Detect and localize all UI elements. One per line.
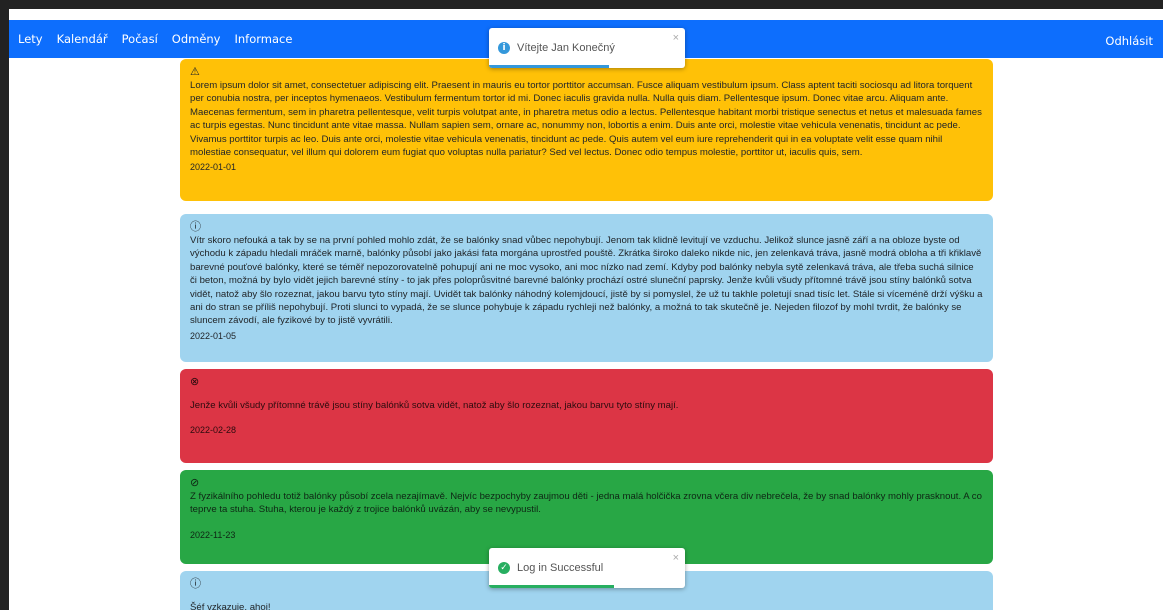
nav-link-informace[interactable]: Informace <box>235 32 293 46</box>
notice-date: 2022-02-28 <box>190 425 237 436</box>
close-icon[interactable]: × <box>673 32 679 44</box>
check-icon: ✓ <box>498 562 510 574</box>
nav-link-pocasi[interactable]: Počasí <box>122 32 158 46</box>
nav-link-lety[interactable]: Lety <box>18 32 43 46</box>
toast-message: Vítejte Jan Konečný <box>517 42 615 54</box>
notice-date: 2022-01-01 <box>190 162 237 173</box>
toast-progress-bar <box>489 65 609 68</box>
notice-date: 2022-01-05 <box>190 330 237 341</box>
notice-text: Lorem ipsum dolor sit amet, consectetuer… <box>190 80 982 159</box>
notice-text: Šéf vzkazuje, ahoj! <box>190 602 271 610</box>
toast-message: Log in Successful <box>517 562 604 574</box>
notice-text: Z fyzikálního pohledu totiž balónky půso… <box>190 491 982 516</box>
close-icon[interactable]: × <box>673 552 679 564</box>
error-icon: ⊗ <box>190 376 200 388</box>
notice-date: 2022-11-23 <box>190 529 236 540</box>
info-icon: i <box>498 42 510 54</box>
app-window: Lety Kalendář Počasí Odměny Informace Od… <box>9 9 1163 610</box>
notice-list[interactable]: ⚠ Lorem ipsum dolor sit amet, consectetu… <box>9 58 1163 610</box>
nav-links: Lety Kalendář Počasí Odměny Informace <box>9 32 306 46</box>
notice-card-warning: ⚠ Lorem ipsum dolor sit amet, consectetu… <box>180 59 993 201</box>
notice-text: Jenže kvůli všudy přítomné trávě jsou st… <box>190 400 679 411</box>
notice-card-danger: ⊗ Jenže kvůli všudy přítomné trávě jsou … <box>180 369 993 463</box>
notice-text: Vítr skoro nefouká a tak by se na první … <box>190 235 983 327</box>
toast-progress-bar <box>489 585 614 588</box>
nav-link-odmeny[interactable]: Odměny <box>172 32 221 46</box>
welcome-toast[interactable]: i Vítejte Jan Konečný × <box>489 28 685 68</box>
logout-link[interactable]: Odhlásit <box>1105 34 1153 48</box>
notice-card-info: ⓘ Vítr skoro nefouká a tak by se na prvn… <box>180 214 993 362</box>
nav-link-kalendar[interactable]: Kalendář <box>57 32 108 46</box>
login-success-toast[interactable]: ✓ Log in Successful × <box>489 548 685 588</box>
nav-right: Odhlásit <box>1105 30 1163 49</box>
check-circle-icon: ⊘ <box>190 477 200 489</box>
info-icon: ⓘ <box>190 221 201 233</box>
